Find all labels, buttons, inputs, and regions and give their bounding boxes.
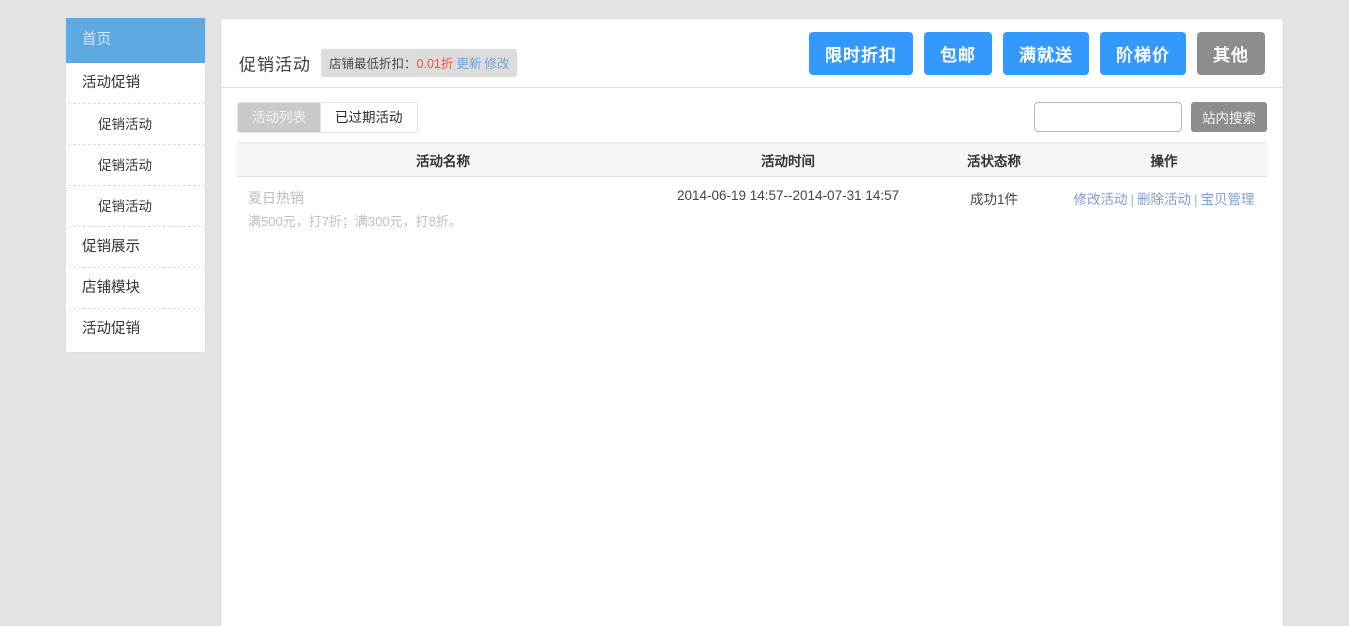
column-header-name: 活动名称	[237, 142, 649, 177]
search-input[interactable]	[1034, 102, 1182, 132]
main-panel: 促销活动 店铺最低折扣：0.01折 更新 修改 限时折扣 包邮 满就送 阶梯价 其他…	[220, 18, 1284, 626]
cell-operations: 修改活动 | 删除活动 | 宝贝管理	[1061, 177, 1267, 235]
promotion-type-buttons: 限时折扣 包邮 满就送 阶梯价 其他	[809, 32, 1265, 75]
operation-separator: |	[1193, 192, 1198, 207]
activity-name: 夏日热销	[248, 190, 304, 206]
cell-activity-name: 夏日热销 满500元，打7折；满300元，打8折。	[237, 177, 649, 235]
sidebar-item-promo-activity-2[interactable]: 促销活动	[66, 145, 205, 186]
item-management-link[interactable]: 宝贝管理	[1201, 192, 1255, 207]
lowest-discount-value: 0.01折	[416, 57, 454, 71]
sidebar-item-label: 促销活动	[98, 199, 152, 214]
cell-activity-time: 2014-06-19 14:57--2014-07-31 14:57	[676, 188, 900, 203]
list-toolbar: 活动列表 已过期活动 站内搜索	[221, 88, 1283, 142]
sidebar-item-home[interactable]: 首页	[66, 18, 205, 63]
sidebar-item-activity-promotion-2[interactable]: 活动促销	[66, 309, 205, 350]
tiered-price-button[interactable]: 阶梯价	[1100, 32, 1186, 75]
lowest-discount-label: 店铺最低折扣：	[329, 57, 417, 71]
sidebar-item-label: 店铺模块	[82, 280, 140, 296]
page-header: 促销活动 店铺最低折扣：0.01折 更新 修改 限时折扣 包邮 满就送 阶梯价 其他	[221, 19, 1283, 88]
sidebar-item-promo-display[interactable]: 促销展示	[66, 227, 205, 268]
table-body: 夏日热销 满500元，打7折；满300元，打8折。 2014-06-19 14:…	[237, 177, 1267, 235]
update-discount-link[interactable]: 更新	[456, 57, 481, 71]
column-header-operations: 操作	[1060, 142, 1267, 177]
activity-tabs: 活动列表 已过期活动	[237, 102, 418, 133]
delete-activity-link[interactable]: 删除活动	[1137, 192, 1191, 207]
site-search-button[interactable]: 站内搜索	[1191, 102, 1267, 132]
free-shipping-button[interactable]: 包邮	[924, 32, 992, 75]
app-root: 首页 活动促销 促销活动 促销活动 促销活动 促销展示 店铺模块 活动促销 促销…	[0, 0, 1349, 626]
sidebar-item-promo-activity-1[interactable]: 促销活动	[66, 104, 205, 145]
table-row: 夏日热销 满500元，打7折；满300元，打8折。 2014-06-19 14:…	[237, 177, 1267, 235]
operation-separator: |	[1130, 192, 1134, 207]
tab-activity-list[interactable]: 活动列表	[238, 103, 321, 132]
column-header-status: 活状态称	[927, 142, 1061, 177]
edit-discount-link[interactable]: 修改	[484, 57, 509, 71]
page-title: 促销活动	[239, 55, 311, 75]
search-area: 站内搜索	[1034, 102, 1267, 132]
tab-expired-activities[interactable]: 已过期活动	[321, 103, 417, 132]
other-button[interactable]: 其他	[1197, 32, 1265, 75]
sidebar-item-label: 促销活动	[98, 158, 152, 173]
activity-description: 满500元，打7折；满300元，打8折。	[248, 214, 462, 229]
full-amount-gift-button[interactable]: 满就送	[1003, 32, 1089, 75]
sidebar-item-label: 促销活动	[98, 117, 152, 132]
column-header-time: 活动时间	[649, 142, 928, 177]
activity-table: 活动名称 活动时间 活状态称 操作 夏日热销 满500元，打7折；满300元，打…	[237, 142, 1267, 234]
sidebar-item-label: 活动促销	[82, 321, 140, 337]
sidebar-item-activity-promotion[interactable]: 活动促销	[66, 63, 205, 104]
edit-activity-link[interactable]: 修改活动	[1073, 192, 1127, 207]
sidebar-item-label: 首页	[82, 32, 111, 48]
table-header-row: 活动名称 活动时间 活状态称 操作	[237, 142, 1267, 177]
sidebar-item-shop-module[interactable]: 店铺模块	[66, 268, 205, 309]
limited-time-discount-button[interactable]: 限时折扣	[809, 32, 913, 75]
sidebar: 首页 活动促销 促销活动 促销活动 促销活动 促销展示 店铺模块 活动促销	[65, 18, 206, 353]
table-head: 活动名称 活动时间 活状态称 操作	[237, 142, 1267, 177]
cell-activity-status: 成功1件	[970, 192, 1019, 207]
sidebar-item-label: 活动促销	[82, 75, 140, 91]
sidebar-item-label: 促销展示	[82, 239, 140, 255]
lowest-discount-badge: 店铺最低折扣：0.01折 更新 修改	[321, 49, 518, 77]
sidebar-item-promo-activity-3[interactable]: 促销活动	[66, 186, 205, 227]
